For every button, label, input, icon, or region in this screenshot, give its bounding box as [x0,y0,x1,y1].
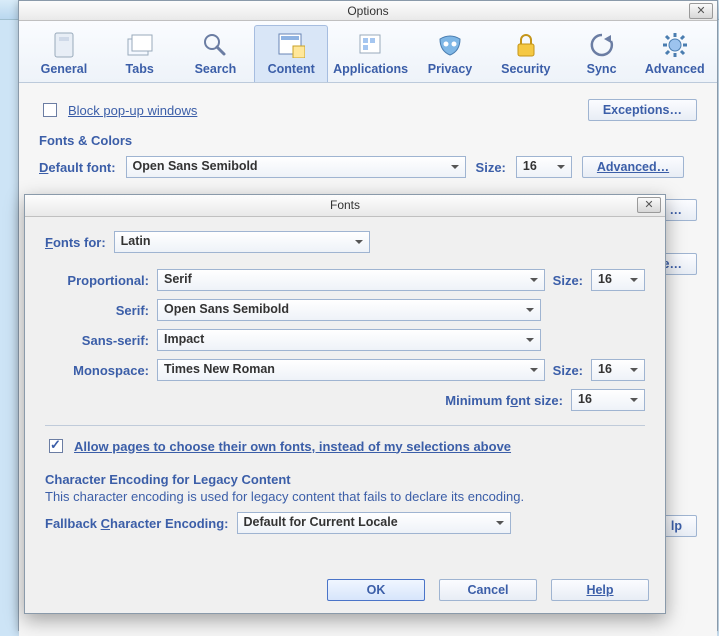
default-font-select[interactable]: Open Sans Semibold [126,156,466,178]
monospace-select[interactable]: Times New Roman [157,359,545,381]
allow-pages-fonts-label[interactable]: Allow pages to choose their own fonts, i… [74,439,511,454]
fonts-colors-heading: Fonts & Colors [39,133,697,148]
proportional-size-select[interactable]: 16 [591,269,645,291]
fonts-dialog: Fonts ✕ Fonts for: Latin Proportional: S… [24,194,666,614]
general-icon [30,30,98,60]
default-font-label: Default font: [39,160,116,175]
block-popups-label[interactable]: Block pop-up windows [68,103,197,118]
proportional-select[interactable]: Serif [157,269,545,291]
security-lock-icon [492,30,560,60]
privacy-mask-icon [416,30,484,60]
options-category-toolbar: General Tabs Search Content Applications… [19,21,717,83]
fonts-close-button[interactable]: ✕ [637,197,661,213]
tab-sync[interactable]: Sync [565,25,639,82]
fonts-for-select[interactable]: Latin [114,231,370,253]
font-size-label: Size: [476,160,506,175]
help-button[interactable]: Help [551,579,649,601]
tab-security[interactable]: Security [489,25,563,82]
tab-tabs[interactable]: Tabs [103,25,177,82]
content-icon [257,30,325,60]
block-popups-checkbox[interactable] [43,103,57,117]
fonts-title: Fonts [330,198,360,212]
sync-icon [568,30,636,60]
advanced-gear-icon [643,30,706,60]
monospace-size-label: Size: [553,363,583,378]
encoding-description: This character encoding is used for lega… [45,489,645,504]
min-font-size-select[interactable]: 16 [571,389,645,411]
fonts-for-label: Fonts for: [45,235,106,250]
fonts-pane: Fonts for: Latin Proportional: Serif Siz… [25,217,665,556]
tab-search[interactable]: Search [179,25,253,82]
fallback-encoding-select[interactable]: Default for Current Locale [237,512,511,534]
fonts-advanced-button[interactable]: Advanced… [582,156,684,178]
cancel-button[interactable]: Cancel [439,579,537,601]
monospace-size-select[interactable]: 16 [591,359,645,381]
close-button[interactable]: ✕ [689,3,713,19]
serif-select[interactable]: Open Sans Semibold [157,299,541,321]
proportional-size-label: Size: [553,273,583,288]
allow-pages-fonts-checkbox[interactable] [49,439,63,453]
tab-general[interactable]: General [27,25,101,82]
encoding-heading: Character Encoding for Legacy Content [45,472,645,487]
fonts-titlebar: Fonts ✕ [25,195,665,217]
tab-privacy[interactable]: Privacy [413,25,487,82]
tab-content[interactable]: Content [254,25,328,82]
divider [45,425,645,426]
fonts-dialog-actions: OK Cancel Help [327,579,649,601]
proportional-label: Proportional: [45,273,149,288]
monospace-label: Monospace: [45,363,149,378]
tab-applications[interactable]: Applications [330,25,411,82]
tabs-icon [106,30,174,60]
fallback-encoding-label: Fallback Character Encoding: [45,516,229,531]
options-titlebar: Options ✕ [19,1,717,21]
options-title: Options [347,4,388,18]
serif-label: Serif: [45,303,149,318]
tab-advanced[interactable]: Advanced [640,25,709,82]
sans-serif-label: Sans-serif: [45,333,149,348]
sans-serif-select[interactable]: Impact [157,329,541,351]
font-size-select[interactable]: 16 [516,156,572,178]
popup-exceptions-button[interactable]: Exceptions… [588,99,697,121]
ok-button[interactable]: OK [327,579,425,601]
search-icon [182,30,250,60]
min-font-size-label: Minimum font size: [445,393,563,408]
applications-icon [333,30,408,60]
